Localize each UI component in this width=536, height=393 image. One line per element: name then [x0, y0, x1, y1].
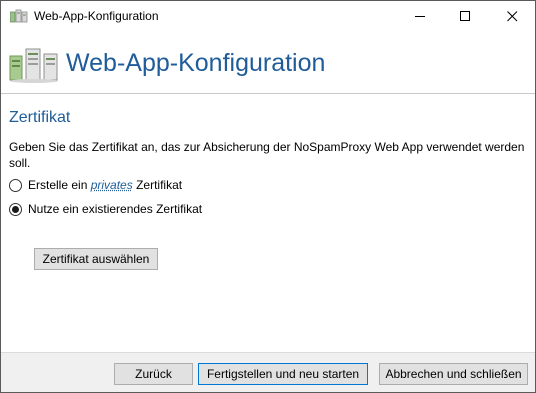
close-icon [507, 11, 518, 22]
server-icon [9, 9, 28, 23]
server-icon [9, 46, 59, 84]
minimize-icon [415, 16, 425, 17]
close-button[interactable] [490, 1, 535, 32]
radio-option-private[interactable]: Erstelle ein privates Zertifikat [9, 177, 182, 193]
section-description: Geben Sie das Zertifikat an, das zur Abs… [9, 140, 525, 170]
page-title: Web-App-Konfiguration [66, 49, 326, 77]
finish-button[interactable]: Fertigstellen und neu starten [198, 363, 368, 385]
back-button[interactable]: Zurück [114, 363, 193, 385]
private-link[interactable]: privates [91, 178, 133, 192]
maximize-button[interactable] [443, 1, 488, 32]
radio-existing[interactable] [9, 202, 22, 216]
title-bar[interactable]: Web-App-Konfiguration [1, 1, 535, 32]
minimize-button[interactable] [398, 1, 443, 32]
maximize-icon [460, 11, 470, 21]
window-title: Web-App-Konfiguration [34, 9, 159, 23]
radio-private-label-after: Zertifikat [132, 178, 183, 192]
section-title: Zertifikat [9, 109, 71, 126]
configuration-window: Web-App-Konfiguration Web-App-Konfigurat… [0, 0, 536, 393]
header-divider [1, 93, 535, 94]
select-certificate-button[interactable]: Zertifikat auswählen [34, 248, 158, 270]
radio-option-existing[interactable]: Nutze ein existierendes Zertifikat [9, 201, 202, 217]
radio-existing-label: Nutze ein existierendes Zertifikat [28, 202, 203, 216]
radio-private-label: Erstelle ein privates Zertifikat [28, 178, 182, 192]
cancel-button[interactable]: Abbrechen und schließen [379, 363, 528, 385]
radio-private-label-before: Erstelle ein [28, 178, 91, 192]
radio-private[interactable] [9, 178, 22, 192]
